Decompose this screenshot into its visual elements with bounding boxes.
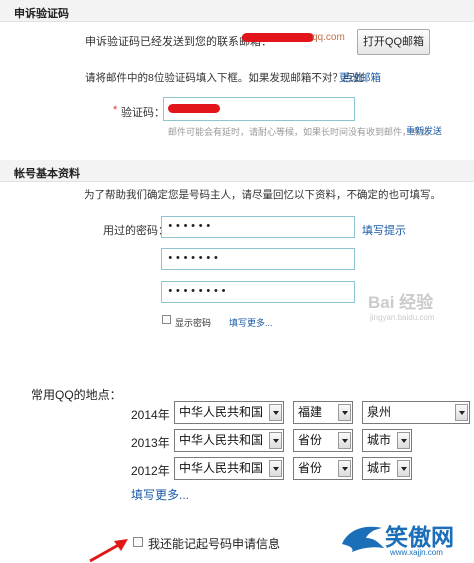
location-label: 常用QQ的地点： [31, 388, 122, 402]
change-email-link[interactable]: 更改邮箱 [339, 70, 381, 85]
email-domain: qq.com [312, 32, 345, 43]
show-password-label: 显示密码 [175, 318, 212, 328]
city-select-2013[interactable]: 城市 [362, 429, 412, 452]
province-select-2012[interactable]: 省份 [293, 457, 353, 480]
code-instruction: 请将邮件中的8位验证码填入下框。如果发现邮箱不对？点此 [85, 72, 364, 84]
chevron-down-icon [397, 460, 410, 477]
shark-logo-icon [342, 526, 384, 552]
province-value: 福建 [298, 405, 323, 419]
chevron-down-icon [338, 460, 351, 477]
password-label: 用过的密码： [103, 225, 169, 237]
year-label-2012: 2012年 [131, 464, 170, 478]
chevron-down-icon [338, 404, 351, 421]
city-select-2012[interactable]: 城市 [362, 457, 412, 480]
province-value: 省份 [298, 433, 323, 447]
password-input-1[interactable]: •••••• [161, 216, 355, 238]
site-logo-url: www.xajjn.com [390, 548, 443, 557]
baidu-watermark: Bai 经验 [368, 293, 434, 312]
redacted-email [242, 33, 314, 42]
account-intro: 为了帮助我们确定您是号码主人，请尽量回忆以下资料，不确定的也可填写。 [84, 189, 441, 201]
city-value: 城市 [367, 433, 392, 447]
remember-info-checkbox[interactable] [133, 537, 143, 547]
country-value: 中华人民共和国 [179, 461, 264, 475]
password-more-link[interactable]: 填写更多... [229, 316, 273, 329]
country-value: 中华人民共和国 [179, 405, 264, 419]
appeal-section-header: 申诉验证码 [0, 0, 474, 22]
province-select-2013[interactable]: 省份 [293, 429, 353, 452]
open-qq-mail-button[interactable]: 打开QQ邮箱 [357, 29, 430, 55]
chevron-down-icon [269, 404, 282, 421]
password-input-3[interactable]: •••••••• [161, 281, 355, 303]
country-select-2013[interactable]: 中华人民共和国 [174, 429, 284, 452]
year-label-2013: 2013年 [131, 436, 170, 450]
verification-code-input[interactable] [163, 97, 355, 121]
city-value: 泉州 [367, 405, 392, 419]
country-value: 中华人民共和国 [179, 433, 264, 447]
location-more-link[interactable]: 填写更多... [131, 486, 189, 503]
remember-info-label: 我还能记起号码申请信息 [148, 537, 281, 551]
chevron-down-icon [269, 432, 282, 449]
code-label: 验证码： [121, 107, 165, 119]
required-mark: * [113, 104, 118, 116]
city-value: 城市 [367, 461, 392, 475]
city-select-2014[interactable]: 泉州 [362, 401, 470, 424]
chevron-down-icon [269, 460, 282, 477]
site-logo-text: 笑傲网 [385, 525, 454, 551]
province-select-2014[interactable]: 福建 [293, 401, 353, 424]
resend-link[interactable]: 重新发送 [406, 124, 442, 137]
year-label-2014: 2014年 [131, 408, 170, 422]
show-password-checkbox[interactable] [162, 315, 171, 324]
country-select-2014[interactable]: 中华人民共和国 [174, 401, 284, 424]
red-arrow-icon [89, 539, 128, 563]
chevron-down-icon [455, 404, 468, 421]
country-select-2012[interactable]: 中华人民共和国 [174, 457, 284, 480]
password-hint-link[interactable]: 填写提示 [362, 222, 406, 238]
chevron-down-icon [338, 432, 351, 449]
baidu-watermark-url: jingyan.baidu.com [370, 313, 435, 322]
delay-hint: 邮件可能会有延时，请耐心等候，如果长时间没有收到邮件，点此 [168, 127, 430, 137]
redacted-code [168, 104, 220, 113]
chevron-down-icon [397, 432, 410, 449]
password-input-2[interactable]: ••••••• [161, 248, 355, 270]
province-value: 省份 [298, 461, 323, 475]
account-section-header: 帐号基本资料 [0, 160, 474, 182]
